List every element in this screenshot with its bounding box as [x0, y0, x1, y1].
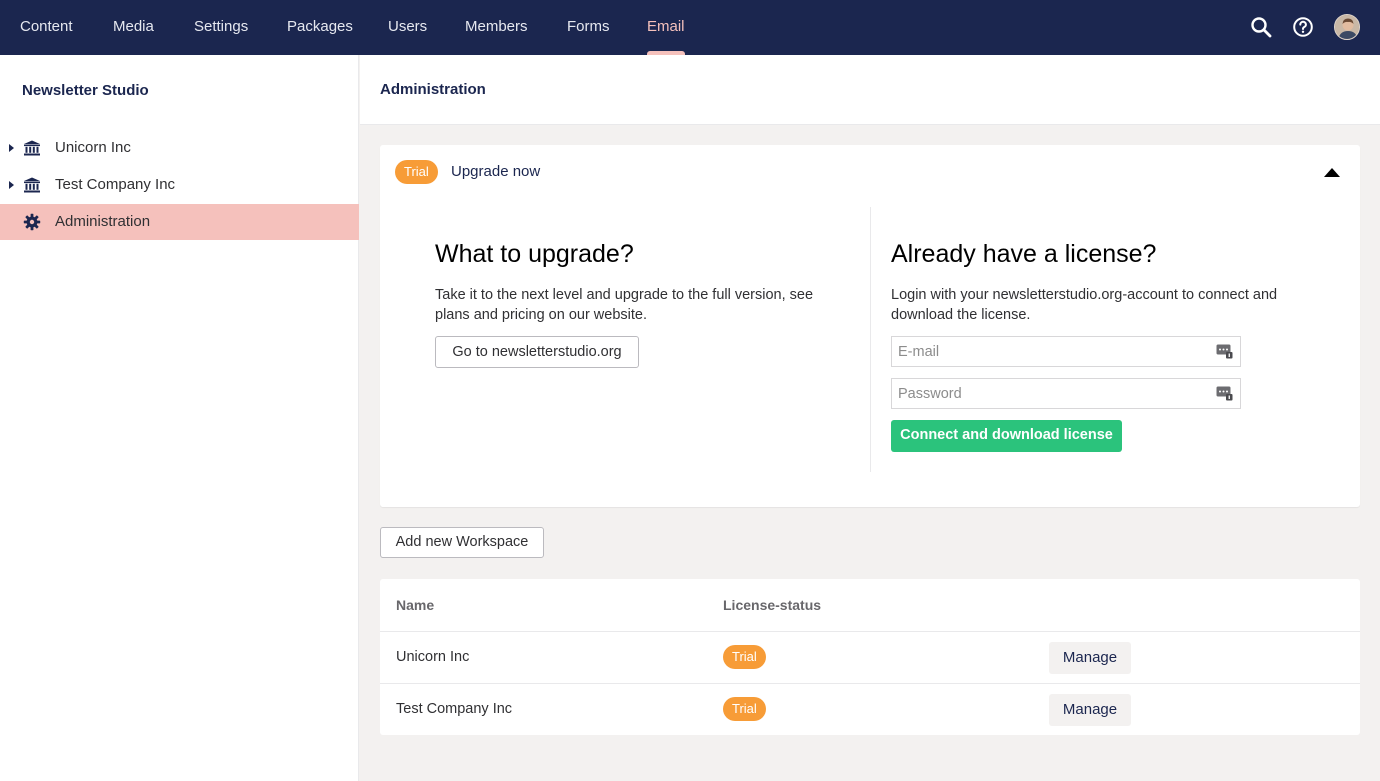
trial-badge: Trial — [395, 160, 438, 184]
workspace-name: Unicorn Inc — [396, 649, 470, 665]
add-workspace-button[interactable]: Add new Workspace — [380, 527, 544, 558]
license-text-line2: download the license. — [891, 307, 1031, 323]
password-manager-icon[interactable] — [1216, 344, 1233, 359]
expand-caret-icon[interactable] — [9, 181, 14, 189]
sidebar-item-label: Unicorn Inc — [55, 139, 131, 156]
sidebar-item-label: Test Company Inc — [55, 176, 176, 193]
status-badge: Trial — [723, 697, 766, 721]
sidebar-item-label: Administration — [55, 213, 151, 230]
upgrade-text-line1: Take it to the next level and upgrade to… — [435, 287, 814, 303]
password-manager-icon[interactable] — [1216, 386, 1233, 401]
nav-content[interactable]: Content — [20, 0, 73, 55]
expand-caret-icon[interactable] — [9, 144, 14, 152]
nav-forms[interactable]: Forms — [567, 0, 610, 55]
manage-button[interactable]: Manage — [1049, 694, 1131, 726]
column-header-name: Name — [396, 597, 435, 613]
top-navigation: Content Media Settings Packages Users Me… — [0, 0, 1380, 55]
email-input[interactable] — [892, 337, 1202, 366]
workspace-table: Name License-status Unicorn Inc Trial Ma… — [380, 579, 1360, 735]
nav-packages[interactable]: Packages — [287, 0, 353, 55]
table-row: Test Company Inc Trial Manage — [380, 683, 1360, 735]
upgrade-now-label[interactable]: Upgrade now — [451, 163, 540, 180]
page-title: Administration — [380, 81, 486, 98]
upgrade-panel: Trial Upgrade now What to upgrade? Take … — [380, 145, 1360, 507]
connect-download-license-button[interactable]: Connect and download license — [891, 420, 1122, 452]
collapse-up-icon[interactable] — [1324, 168, 1340, 177]
password-input[interactable] — [892, 379, 1202, 408]
status-badge: Trial — [723, 645, 766, 669]
upgrade-text-line2: plans and pricing on our website. — [435, 307, 647, 323]
sidebar-item-test-company-inc[interactable]: Test Company Inc — [0, 167, 359, 203]
nav-settings[interactable]: Settings — [194, 0, 248, 55]
nav-email[interactable]: Email — [647, 0, 685, 55]
panel-divider — [870, 207, 871, 472]
nav-users[interactable]: Users — [388, 0, 427, 55]
nav-media[interactable]: Media — [113, 0, 154, 55]
nav-members[interactable]: Members — [465, 0, 528, 55]
column-header-license-status: License-status — [723, 597, 822, 613]
avatar[interactable] — [1334, 14, 1360, 40]
email-field[interactable] — [891, 336, 1241, 367]
main-header: Administration — [360, 55, 1380, 125]
manage-button[interactable]: Manage — [1049, 642, 1131, 674]
password-field[interactable] — [891, 378, 1241, 409]
search-icon[interactable] — [1249, 15, 1273, 39]
go-to-website-button[interactable]: Go to newsletterstudio.org — [435, 336, 639, 368]
table-row: Unicorn Inc Trial Manage — [380, 631, 1360, 683]
bank-icon — [24, 177, 40, 193]
gear-icon — [23, 213, 41, 231]
workspace-name: Test Company Inc — [396, 701, 513, 717]
sidebar-title: Newsletter Studio — [22, 82, 149, 99]
sidebar-item-unicorn-inc[interactable]: Unicorn Inc — [0, 130, 359, 166]
license-heading: Already have a license? — [891, 240, 1157, 268]
help-icon[interactable] — [1291, 15, 1315, 39]
bank-icon — [24, 140, 40, 156]
license-text-line1: Login with your newsletterstudio.org-acc… — [891, 287, 1278, 303]
sidebar-item-administration[interactable]: Administration — [0, 204, 359, 240]
sidebar: Newsletter Studio Unicorn Inc Test Compa… — [0, 55, 359, 781]
upgrade-heading: What to upgrade? — [435, 240, 634, 268]
